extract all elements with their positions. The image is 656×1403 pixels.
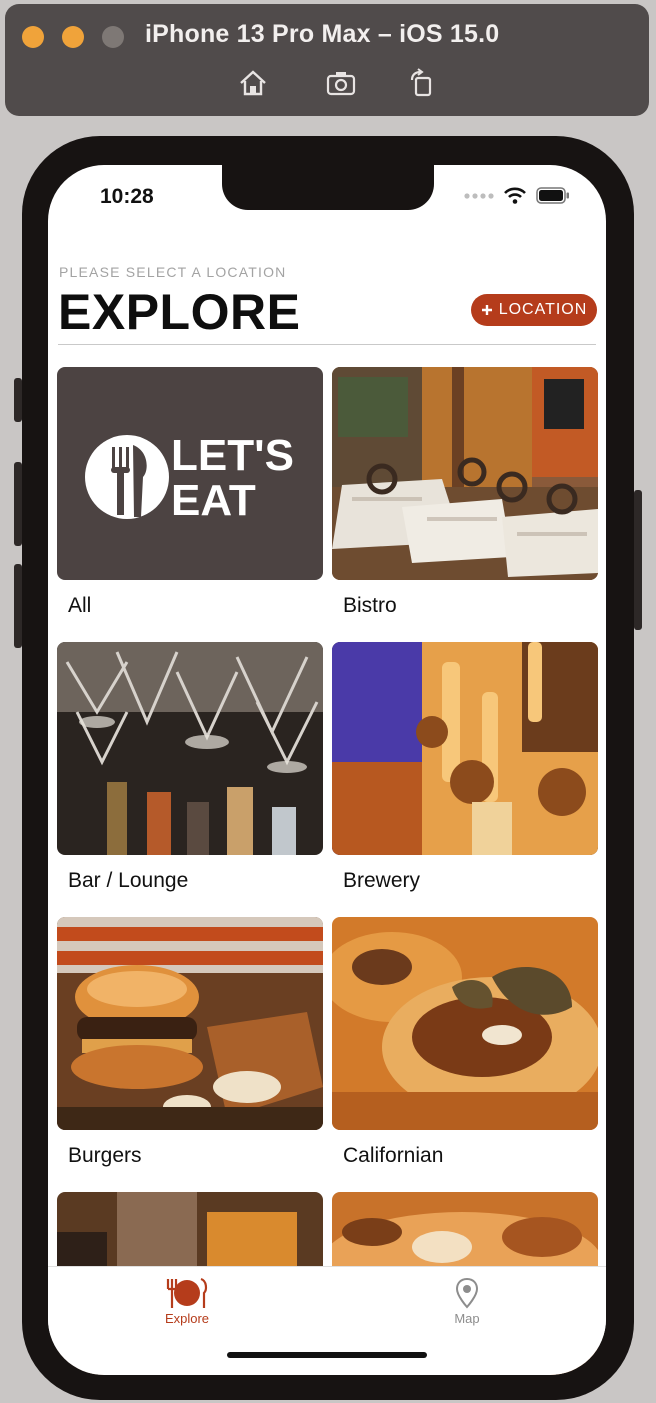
window-zoom-button[interactable] — [102, 26, 124, 48]
burgers-photo — [57, 917, 323, 1130]
wifi-icon — [504, 187, 526, 204]
tab-map-label: Map — [454, 1311, 480, 1326]
window-close-button[interactable] — [22, 26, 44, 48]
home-indicator[interactable] — [227, 1352, 427, 1358]
app-screen: 10:28 PLEASE SELECT A LOCATION EXPLORE L… — [48, 165, 606, 1375]
notch — [222, 165, 434, 210]
tab-bar: Explore Map — [48, 1266, 606, 1375]
tab-explore-label: Explore — [164, 1311, 210, 1326]
bar-photo — [57, 642, 323, 855]
category-tile-bistro[interactable]: Bistro — [332, 367, 598, 617]
map-pin-icon — [407, 1275, 527, 1311]
tab-explore[interactable]: Explore — [127, 1275, 247, 1326]
category-label: Californian — [343, 1144, 444, 1167]
category-tile-burgers[interactable]: Burgers — [57, 917, 323, 1167]
category-label: All — [68, 594, 92, 617]
power-button — [634, 490, 642, 630]
status-time: 10:28 — [100, 185, 154, 208]
category-label: Brewery — [343, 869, 421, 892]
plate-fork-knife-icon — [127, 1275, 247, 1311]
page-title: EXPLORE — [58, 284, 301, 340]
volume-down-button — [14, 564, 22, 648]
bistro-photo — [332, 367, 598, 580]
logo-line-1: LET'S — [171, 431, 294, 480]
add-location-label: LOCATION — [498, 301, 588, 318]
category-tile-brewery[interactable]: Brewery — [332, 642, 598, 892]
lets-eat-logo: LET'S EAT — [57, 367, 323, 580]
logo-line-2: EAT — [171, 476, 256, 525]
category-tile-bar-lounge[interactable]: Bar / Lounge — [57, 642, 323, 892]
tab-map[interactable]: Map — [407, 1275, 527, 1326]
add-location-button[interactable]: LOCATION — [471, 294, 597, 326]
category-label: Burgers — [68, 1144, 142, 1167]
brewery-photo — [332, 642, 598, 855]
mute-switch — [14, 378, 22, 422]
simulator-titlebar: iPhone 13 Pro Max – iOS 15.0 — [5, 4, 649, 116]
window-minimize-button[interactable] — [62, 26, 84, 48]
californian-photo — [332, 917, 598, 1130]
signal-dots-icon — [464, 192, 494, 199]
rotate-icon[interactable] — [404, 66, 438, 100]
header-divider — [58, 344, 596, 345]
category-label: Bistro — [343, 594, 397, 617]
simulator-title: iPhone 13 Pro Max – iOS 15.0 — [145, 20, 500, 48]
screenshot-icon[interactable] — [324, 66, 358, 100]
home-icon[interactable] — [236, 66, 270, 100]
category-tile-all[interactable]: LET'S EAT All — [57, 367, 323, 617]
status-icons — [464, 187, 570, 204]
battery-icon — [536, 187, 569, 204]
category-tile-californian[interactable]: Californian — [332, 917, 598, 1167]
volume-up-button — [14, 462, 22, 546]
category-label: Bar / Lounge — [68, 869, 189, 892]
plus-icon — [481, 305, 492, 315]
page-subtitle: PLEASE SELECT A LOCATION — [59, 264, 287, 280]
